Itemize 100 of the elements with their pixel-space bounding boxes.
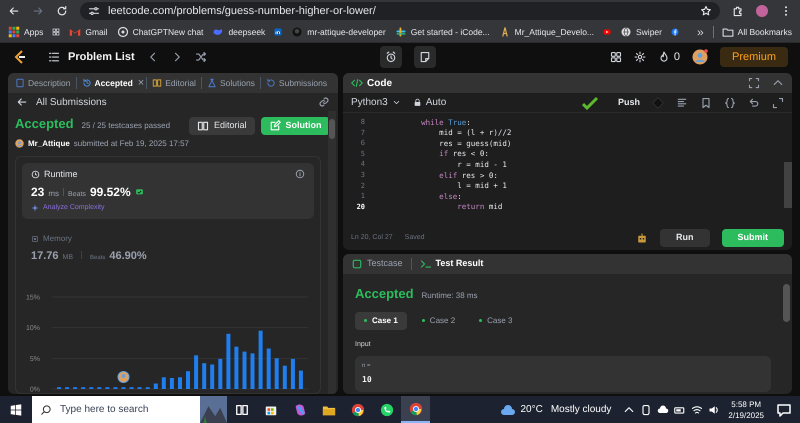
case-tab[interactable]: Case 2 (412, 312, 464, 330)
address-bar[interactable]: leetcode.com/problems/guess-number-higher-or-lower/ (80, 2, 720, 20)
robot-icon[interactable] (636, 232, 648, 244)
document-icon (15, 78, 25, 88)
flame-icon[interactable] (658, 51, 670, 63)
profile-avatar[interactable] (756, 5, 768, 17)
shuffle-icon[interactable] (194, 51, 207, 63)
history-icon (82, 78, 92, 88)
back-icon[interactable] (8, 5, 20, 17)
all-bookmarks-link[interactable]: All Bookmarks (712, 26, 792, 38)
taskbar-app-button[interactable] (401, 396, 430, 423)
braces-icon[interactable] (724, 96, 736, 108)
result-status: Accepted (355, 285, 414, 303)
logo-icon[interactable] (12, 49, 28, 65)
result-runtime: Runtime: 38 ms (422, 290, 478, 302)
timer-button[interactable] (380, 46, 402, 68)
edit-icon (268, 120, 280, 132)
bar (218, 358, 222, 389)
link-icon[interactable] (318, 96, 330, 108)
panel-tab[interactable]: Solutions (204, 76, 258, 90)
bookmark-link[interactable]: Get started - iCode... (394, 26, 490, 38)
list-icon (48, 51, 60, 63)
panel-tab[interactable]: Accepted (78, 76, 136, 90)
bar (282, 366, 287, 389)
memory-icon (31, 234, 39, 242)
cloud-outline-icon[interactable] (657, 404, 670, 416)
search-icon (40, 404, 52, 416)
code-title: Code (367, 76, 392, 90)
submitted-text: submitted at Feb 19, 2025 17:57 (74, 138, 189, 150)
bookmark-link[interactable]: ChatGPTNew chat (116, 26, 204, 38)
bookmark-link[interactable]: Mr_Attique_Develo... (498, 26, 594, 38)
task-view-icon (234, 402, 248, 416)
all-submissions-link[interactable]: All Submissions (16, 94, 107, 110)
clock-icon (31, 170, 40, 179)
premium-button[interactable]: Premium (720, 47, 788, 67)
notes-button[interactable] (414, 46, 436, 68)
editorial-button[interactable]: Editorial (188, 117, 254, 135)
fullscreen-icon[interactable] (748, 77, 760, 89)
flask-icon (206, 78, 217, 88)
bookmark-icon[interactable] (700, 96, 712, 108)
bar (298, 370, 303, 389)
url-text: leetcode.com/problems/guess-number-higher-or-lower/ (108, 4, 376, 19)
info-icon[interactable] (295, 169, 305, 180)
layout-icon[interactable] (610, 51, 622, 63)
search-box[interactable]: Type here to search (32, 396, 200, 423)
lock-icon (412, 98, 422, 107)
book-icon (152, 78, 162, 88)
linkedin-icon[interactable] (274, 26, 282, 38)
panel-tab[interactable]: Test Result (420, 257, 484, 271)
note-icon (419, 51, 432, 63)
panel-tab[interactable]: Description (12, 76, 74, 90)
panel-tab[interactable]: Submissions (262, 76, 330, 90)
globe-icon (620, 26, 632, 38)
wifi-icon[interactable] (691, 404, 704, 416)
facebook-icon[interactable] (670, 26, 679, 38)
code-icon (351, 77, 363, 89)
back-arrow-icon (16, 96, 28, 108)
device-icon[interactable] (640, 404, 652, 416)
panel-tab[interactable]: Editorial (149, 76, 199, 90)
format-icon[interactable] (676, 96, 688, 108)
bookmark-link[interactable]: Gmail (69, 26, 108, 38)
speaker-icon[interactable] (708, 404, 720, 416)
expand-icon[interactable] (772, 96, 784, 108)
language-dropdown[interactable]: Python3 (351, 95, 401, 110)
avatar-icon[interactable] (692, 49, 708, 65)
star-icon[interactable] (700, 5, 712, 17)
push-button[interactable]: Push (618, 96, 640, 110)
chrome-icon (350, 402, 364, 416)
problem-list-link[interactable]: Problem List (48, 48, 135, 66)
windows-start-icon[interactable] (10, 404, 22, 416)
testcases-text: 25 / 25 testcases passed (82, 120, 170, 132)
bookmark-link[interactable]: Apps (8, 26, 44, 38)
grid-icon[interactable] (52, 26, 60, 38)
extensions-icon[interactable] (732, 5, 744, 17)
forward-icon[interactable] (32, 5, 44, 17)
run-button[interactable]: Run (660, 229, 710, 247)
close-tab-button[interactable]: × (138, 74, 144, 92)
bookmark-link[interactable]: mr-attique-developer (291, 26, 386, 38)
runtime-value: 23 (31, 184, 44, 201)
runtime-title: Runtime (44, 168, 78, 180)
case-tab[interactable]: Case 3 (470, 312, 522, 330)
bar (178, 377, 182, 389)
bookmark-link[interactable]: deepseek (212, 26, 266, 38)
sparkle-icon (31, 204, 39, 212)
scrollbar[interactable] (328, 111, 336, 394)
clock-widget[interactable]: 5:58 PM 2/19/2025 (728, 398, 764, 420)
undo-icon[interactable] (748, 96, 760, 108)
weather-widget[interactable]: 20°C Mostly cloudy (500, 402, 612, 418)
settings-icon[interactable] (634, 51, 646, 63)
case-tab[interactable]: Case 1 (355, 312, 407, 330)
bar (194, 355, 198, 389)
reload-icon[interactable] (56, 5, 68, 17)
beats-value: 46.90% (109, 248, 147, 264)
panel-tab[interactable]: Testcase (351, 257, 403, 271)
chat-icon (116, 26, 129, 38)
notification-icon[interactable] (776, 402, 792, 418)
bookmark-link[interactable]: Swiper (620, 26, 662, 38)
memory-title: Memory (43, 232, 72, 244)
taskbar-search-field[interactable]: Type here to search (60, 402, 192, 417)
more-bookmarks-button[interactable]: » (696, 23, 704, 41)
